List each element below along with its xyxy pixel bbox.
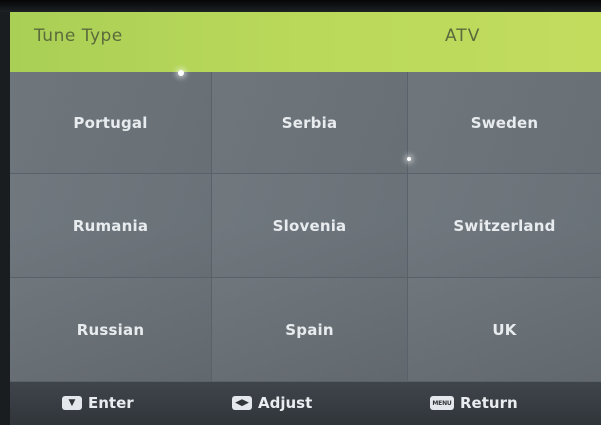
footer-hint-bar: ▼ Enter ◀▶ Adjust MENU Return <box>10 382 601 425</box>
enter-hint-label: Enter <box>88 394 134 412</box>
country-option-portugal[interactable]: Portugal <box>10 72 212 174</box>
adjust-hint: ◀▶ Adjust <box>232 394 312 412</box>
tune-type-value[interactable]: ATV <box>445 26 480 46</box>
country-option-sweden[interactable]: Sweden <box>408 72 601 174</box>
menu-key-icon: MENU <box>430 396 454 410</box>
enter-hint: ▼ Enter <box>62 394 134 412</box>
country-option-russian[interactable]: Russian <box>10 278 212 382</box>
country-option-serbia[interactable]: Serbia <box>212 72 408 174</box>
country-option-switzerland[interactable]: Switzerland <box>408 174 601 278</box>
light-reflection <box>178 70 184 76</box>
adjust-hint-label: Adjust <box>258 394 313 412</box>
left-right-arrows-key-icon: ◀▶ <box>232 396 252 410</box>
down-arrow-key-icon: ▼ <box>62 396 82 410</box>
return-hint-label: Return <box>460 394 518 412</box>
country-option-rumania[interactable]: Rumania <box>10 174 212 278</box>
tune-type-row[interactable]: Tune Type ATV <box>10 12 601 72</box>
country-option-spain[interactable]: Spain <box>212 278 408 382</box>
light-reflection <box>407 157 411 161</box>
return-hint: MENU Return <box>430 394 518 412</box>
country-grid: Portugal Serbia Sweden Rumania Slovenia … <box>10 72 601 382</box>
country-option-uk[interactable]: UK <box>408 278 601 382</box>
tv-menu-screen: Tune Type ATV Portugal Serbia Sweden Rum… <box>0 0 601 425</box>
tune-type-label: Tune Type <box>34 26 123 46</box>
country-option-slovenia[interactable]: Slovenia <box>212 174 408 278</box>
screen-bezel <box>0 0 601 12</box>
